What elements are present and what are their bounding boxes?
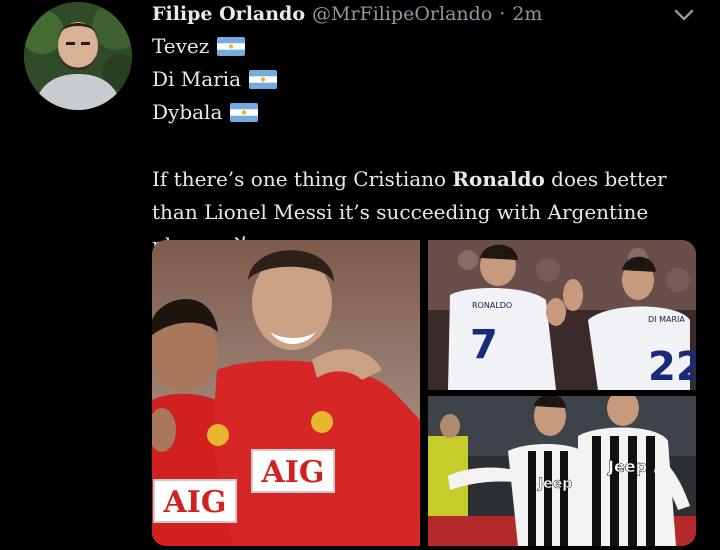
avatar-image bbox=[24, 2, 132, 110]
shirt-number-right: 22 bbox=[648, 344, 696, 390]
line-text: Dybala bbox=[152, 100, 223, 124]
tweet-header: Filipe Orlando @MrFilipeOrlando · 2m bbox=[152, 0, 542, 28]
sponsor-logo-left: AIG bbox=[163, 485, 227, 520]
author-name[interactable]: Filipe Orlando bbox=[152, 3, 305, 25]
photo-ronaldo-dimaria[interactable]: RONALDO 7 DI MARIA 22 bbox=[428, 240, 696, 390]
chevron-down-icon bbox=[674, 9, 694, 21]
shirt-name-right: DI MARIA bbox=[648, 315, 685, 324]
tweet-line-dimaria: Di Maria bbox=[152, 67, 278, 91]
line-text: Di Maria bbox=[152, 67, 242, 91]
sponsor-jeep-left: Jeep bbox=[537, 476, 572, 492]
text-before: If there’s one thing Cristiano bbox=[152, 167, 453, 191]
argentina-flag-icon bbox=[217, 36, 246, 56]
tweet-menu-button[interactable] bbox=[670, 4, 698, 26]
argentina-flag-icon bbox=[249, 69, 278, 89]
photo-ronaldo-dybala[interactable]: Jeep Jeep bbox=[428, 396, 696, 546]
tweet-timestamp[interactable]: 2m bbox=[512, 3, 542, 25]
argentina-flag-icon bbox=[230, 102, 259, 122]
sponsor-logo-right: AIG bbox=[261, 455, 325, 490]
text-ronaldo: Ronaldo bbox=[452, 167, 545, 191]
sponsor-jeep-right: Jeep bbox=[607, 457, 647, 476]
avatar[interactable] bbox=[24, 2, 132, 110]
shirt-name-left: RONALDO bbox=[472, 301, 512, 310]
photo-ronaldo-tevez[interactable]: AIG AIG bbox=[152, 240, 420, 546]
separator-dot: · bbox=[499, 3, 506, 25]
tweet-line-tevez: Tevez bbox=[152, 34, 246, 58]
line-text: Tevez bbox=[152, 34, 210, 58]
shirt-number-left: 7 bbox=[470, 322, 498, 368]
media-grid: AIG AIG RONALDO 7 DI MARIA 22 Jeep Jeep bbox=[152, 240, 696, 546]
author-handle[interactable]: @MrFilipeOrlando bbox=[312, 3, 492, 25]
tweet-line-dybala: Dybala bbox=[152, 100, 259, 124]
